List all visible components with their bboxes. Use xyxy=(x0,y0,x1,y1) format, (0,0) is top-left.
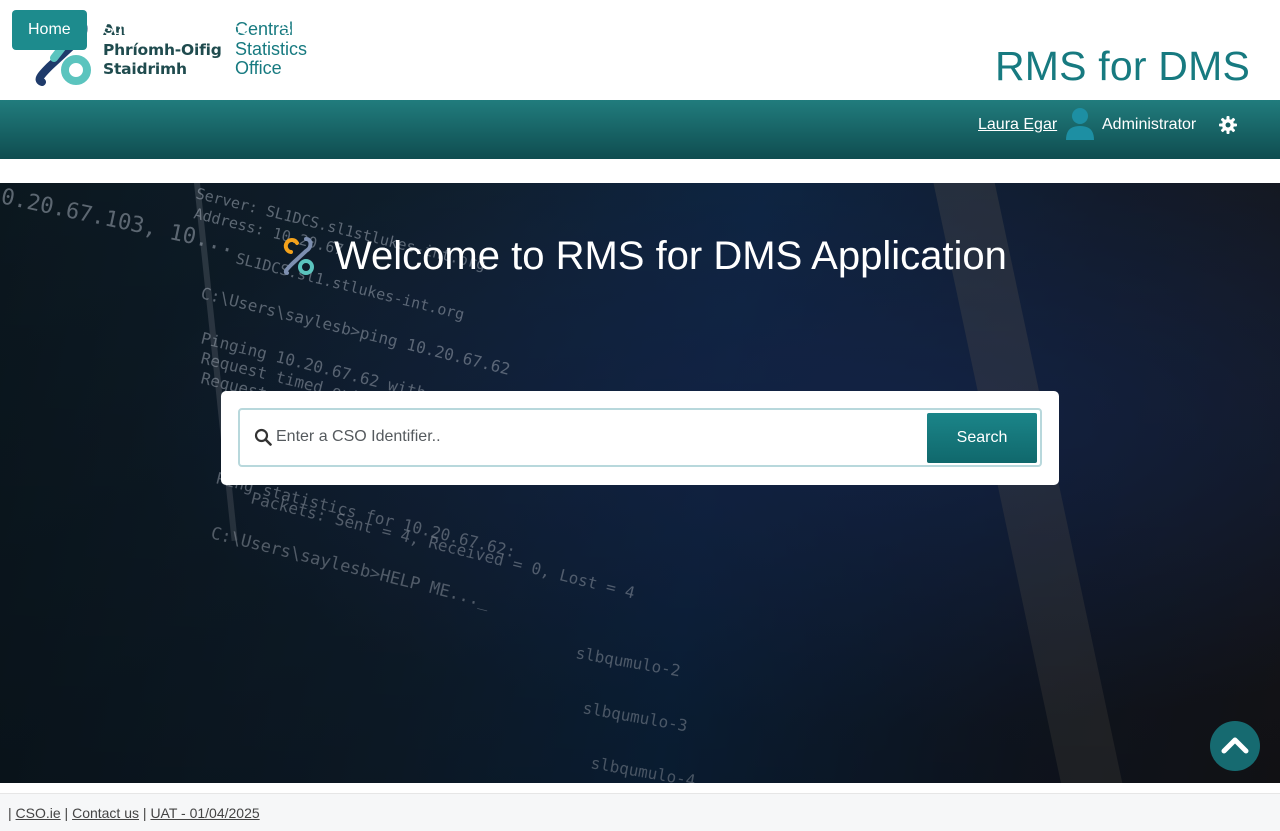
gear-icon[interactable] xyxy=(1219,116,1237,134)
user-name-link[interactable]: Laura Egar xyxy=(978,116,1057,134)
chevron-up-icon xyxy=(1221,737,1249,754)
app-title: RMS for DMS xyxy=(994,43,1250,89)
footer-separator: | xyxy=(142,805,147,821)
welcome-text: Welcome to RMS for DMS Application xyxy=(334,233,1007,278)
cso-identifier-input[interactable] xyxy=(276,420,916,454)
nav-home[interactable]: Home xyxy=(12,10,87,50)
logo-english-line-3: Office xyxy=(235,58,282,78)
logo-irish-line-3: Staidrimh xyxy=(103,60,187,78)
footer-link-contact[interactable]: Contact us xyxy=(72,805,139,821)
footer-link-version[interactable]: UAT - 01/04/2025 xyxy=(150,805,259,821)
welcome-heading: Welcome to RMS for DMS Application xyxy=(282,231,1007,281)
search-icon xyxy=(254,428,272,446)
nav-system-dropdown[interactable]: System xyxy=(679,10,780,50)
nav-survey-enterprises[interactable]: Survey Enterprises xyxy=(265,10,432,50)
search-button[interactable]: Search xyxy=(927,413,1037,463)
user-role: Administrator xyxy=(1102,116,1197,133)
footer-separator: | xyxy=(8,805,12,821)
nav-survey-maintenance[interactable]: Survey Maintenance xyxy=(87,10,265,50)
site-footer: | CSO.ie | Contact us | UAT - 01/04/2025 xyxy=(0,793,1280,831)
nav-query-management[interactable]: Query Management xyxy=(432,10,605,50)
nav-users[interactable]: Users xyxy=(605,10,679,50)
scroll-to-top-button[interactable] xyxy=(1210,721,1260,771)
caret-down-icon xyxy=(756,26,765,32)
footer-link-cso[interactable]: CSO.ie xyxy=(16,805,61,821)
user-icon xyxy=(1066,108,1094,140)
footer-links: | CSO.ie | Contact us | UAT - 01/04/2025 xyxy=(8,805,260,821)
footer-separator: | xyxy=(64,805,69,821)
nav-system-label: System xyxy=(695,21,749,38)
cso-mark-icon xyxy=(283,237,314,275)
